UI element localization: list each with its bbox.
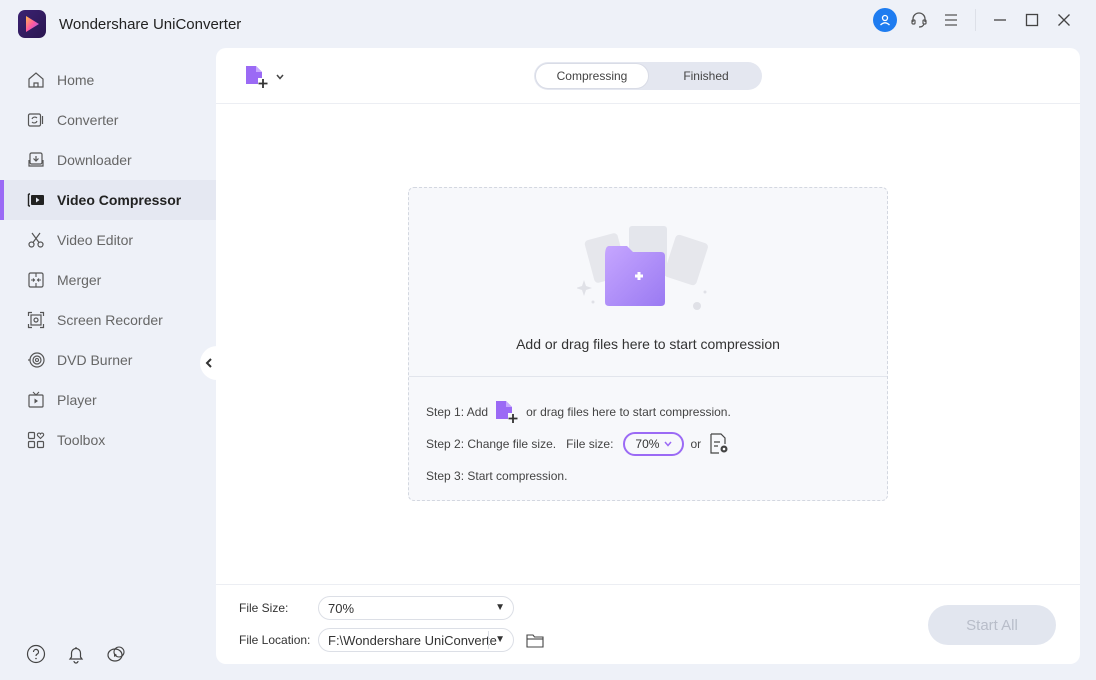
steps: Step 1: Add or drag files here to start … xyxy=(426,396,737,492)
community-icon[interactable] xyxy=(106,644,126,664)
drop-zone-text: Add or drag files here to start compress… xyxy=(516,336,780,352)
file-size-select-value: 70% xyxy=(328,600,355,616)
open-folder-button[interactable] xyxy=(524,630,546,650)
sidebar-item-toolbox[interactable]: Toolbox xyxy=(0,420,216,460)
step-2: Step 2: Change file size. File size: 70%… xyxy=(426,428,737,460)
scissors-icon xyxy=(26,230,46,250)
sidebar-item-label: Merger xyxy=(57,272,102,288)
player-icon xyxy=(26,390,46,410)
file-size-select[interactable]: 70% ▼ xyxy=(318,596,514,620)
file-location-select[interactable]: F:\Wondershare UniConverte ▼ xyxy=(318,628,514,652)
sidebar-item-player[interactable]: Player xyxy=(0,380,216,420)
add-files-button[interactable] xyxy=(244,64,284,90)
folder-icon xyxy=(526,633,544,648)
dvd-icon xyxy=(26,350,46,370)
tab-switcher: Compressing Finished xyxy=(534,62,762,90)
sidebar: Home Converter Downloader Video Compress… xyxy=(0,60,216,460)
sidebar-item-video-editor[interactable]: Video Editor xyxy=(0,220,216,260)
step-1: Step 1: Add or drag files here to start … xyxy=(426,396,737,428)
file-size-label: File size: xyxy=(566,437,614,451)
sidebar-item-label: DVD Burner xyxy=(57,352,133,368)
sidebar-item-label: Toolbox xyxy=(57,432,106,448)
chevron-left-icon xyxy=(205,358,212,368)
or-text: or xyxy=(690,437,702,451)
file-size-dropdown[interactable]: 70% xyxy=(623,432,685,456)
step3-text: Step 3: Start compression. xyxy=(426,469,568,483)
sidebar-item-merger[interactable]: Merger xyxy=(0,260,216,300)
step-3: Step 3: Start compression. xyxy=(426,460,737,492)
sidebar-item-label: Player xyxy=(57,392,97,408)
file-location-value: F:\Wondershare UniConverte xyxy=(328,632,497,648)
bottom-bar: File Size: 70% ▼ File Location: F:\Wonde… xyxy=(216,584,1080,664)
chevron-down-icon[interactable]: ▼ xyxy=(495,634,505,645)
sidebar-item-screen-recorder[interactable]: Screen Recorder xyxy=(0,300,216,340)
sidebar-item-video-compressor[interactable]: Video Compressor xyxy=(0,180,216,220)
title-bar: Wondershare UniConverter xyxy=(0,0,1096,46)
sidebar-item-downloader[interactable]: Downloader xyxy=(0,140,216,180)
step1-suffix: or drag files here to start compression. xyxy=(526,405,731,419)
compression-settings-icon[interactable] xyxy=(707,432,731,456)
home-icon xyxy=(26,70,46,90)
add-file-icon[interactable] xyxy=(494,399,520,425)
sidebar-item-label: Screen Recorder xyxy=(57,312,163,328)
step2-prefix: Step 2: Change file size. xyxy=(426,437,557,451)
sidebar-item-converter[interactable]: Converter xyxy=(0,100,216,140)
minimize-icon[interactable] xyxy=(984,8,1016,32)
start-all-button[interactable]: Start All xyxy=(928,605,1056,645)
toolbar: Compressing Finished xyxy=(216,48,1080,104)
maximize-icon[interactable] xyxy=(1016,8,1048,32)
sidebar-item-label: Downloader xyxy=(57,152,132,168)
file-location-label: File Location: xyxy=(239,633,311,647)
bell-icon[interactable] xyxy=(66,644,86,664)
main-panel: Compressing Finished Add or drag files h… xyxy=(216,48,1080,664)
sidebar-item-label: Converter xyxy=(57,112,119,128)
file-size-label: File Size: xyxy=(239,601,289,615)
divider xyxy=(488,631,489,649)
file-size-value: 70% xyxy=(635,437,660,451)
help-icon[interactable] xyxy=(26,644,46,664)
drop-area[interactable]: Add or drag files here to start compress… xyxy=(409,188,887,377)
chevron-down-icon xyxy=(664,441,673,447)
add-folder-illustration-icon xyxy=(577,226,708,310)
chevron-down-icon: ▼ xyxy=(495,602,505,613)
sidebar-item-label: Video Compressor xyxy=(57,192,182,208)
sidebar-item-home[interactable]: Home xyxy=(0,60,216,100)
app-logo-icon xyxy=(18,10,46,38)
downloader-icon xyxy=(26,150,46,170)
video-compressor-icon xyxy=(26,190,46,210)
screen-recorder-icon xyxy=(26,310,46,330)
drop-zone: Add or drag files here to start compress… xyxy=(408,187,888,501)
step1-prefix: Step 1: Add xyxy=(426,405,489,419)
sidebar-item-dvd-burner[interactable]: DVD Burner xyxy=(0,340,216,380)
converter-icon xyxy=(26,110,46,130)
chevron-down-icon[interactable] xyxy=(276,74,284,80)
sidebar-item-label: Home xyxy=(57,72,95,88)
separator xyxy=(975,9,976,31)
tab-compressing[interactable]: Compressing xyxy=(535,63,649,89)
merger-icon xyxy=(26,270,46,290)
sidebar-item-label: Video Editor xyxy=(57,232,134,248)
app-title: Wondershare UniConverter xyxy=(59,16,242,33)
user-icon[interactable] xyxy=(873,8,897,32)
toolbox-icon xyxy=(26,430,46,450)
headset-icon[interactable] xyxy=(903,8,935,32)
hamburger-menu-icon[interactable] xyxy=(935,8,967,32)
tab-finished[interactable]: Finished xyxy=(650,62,762,90)
add-file-icon xyxy=(246,66,268,88)
close-icon[interactable] xyxy=(1048,8,1080,32)
